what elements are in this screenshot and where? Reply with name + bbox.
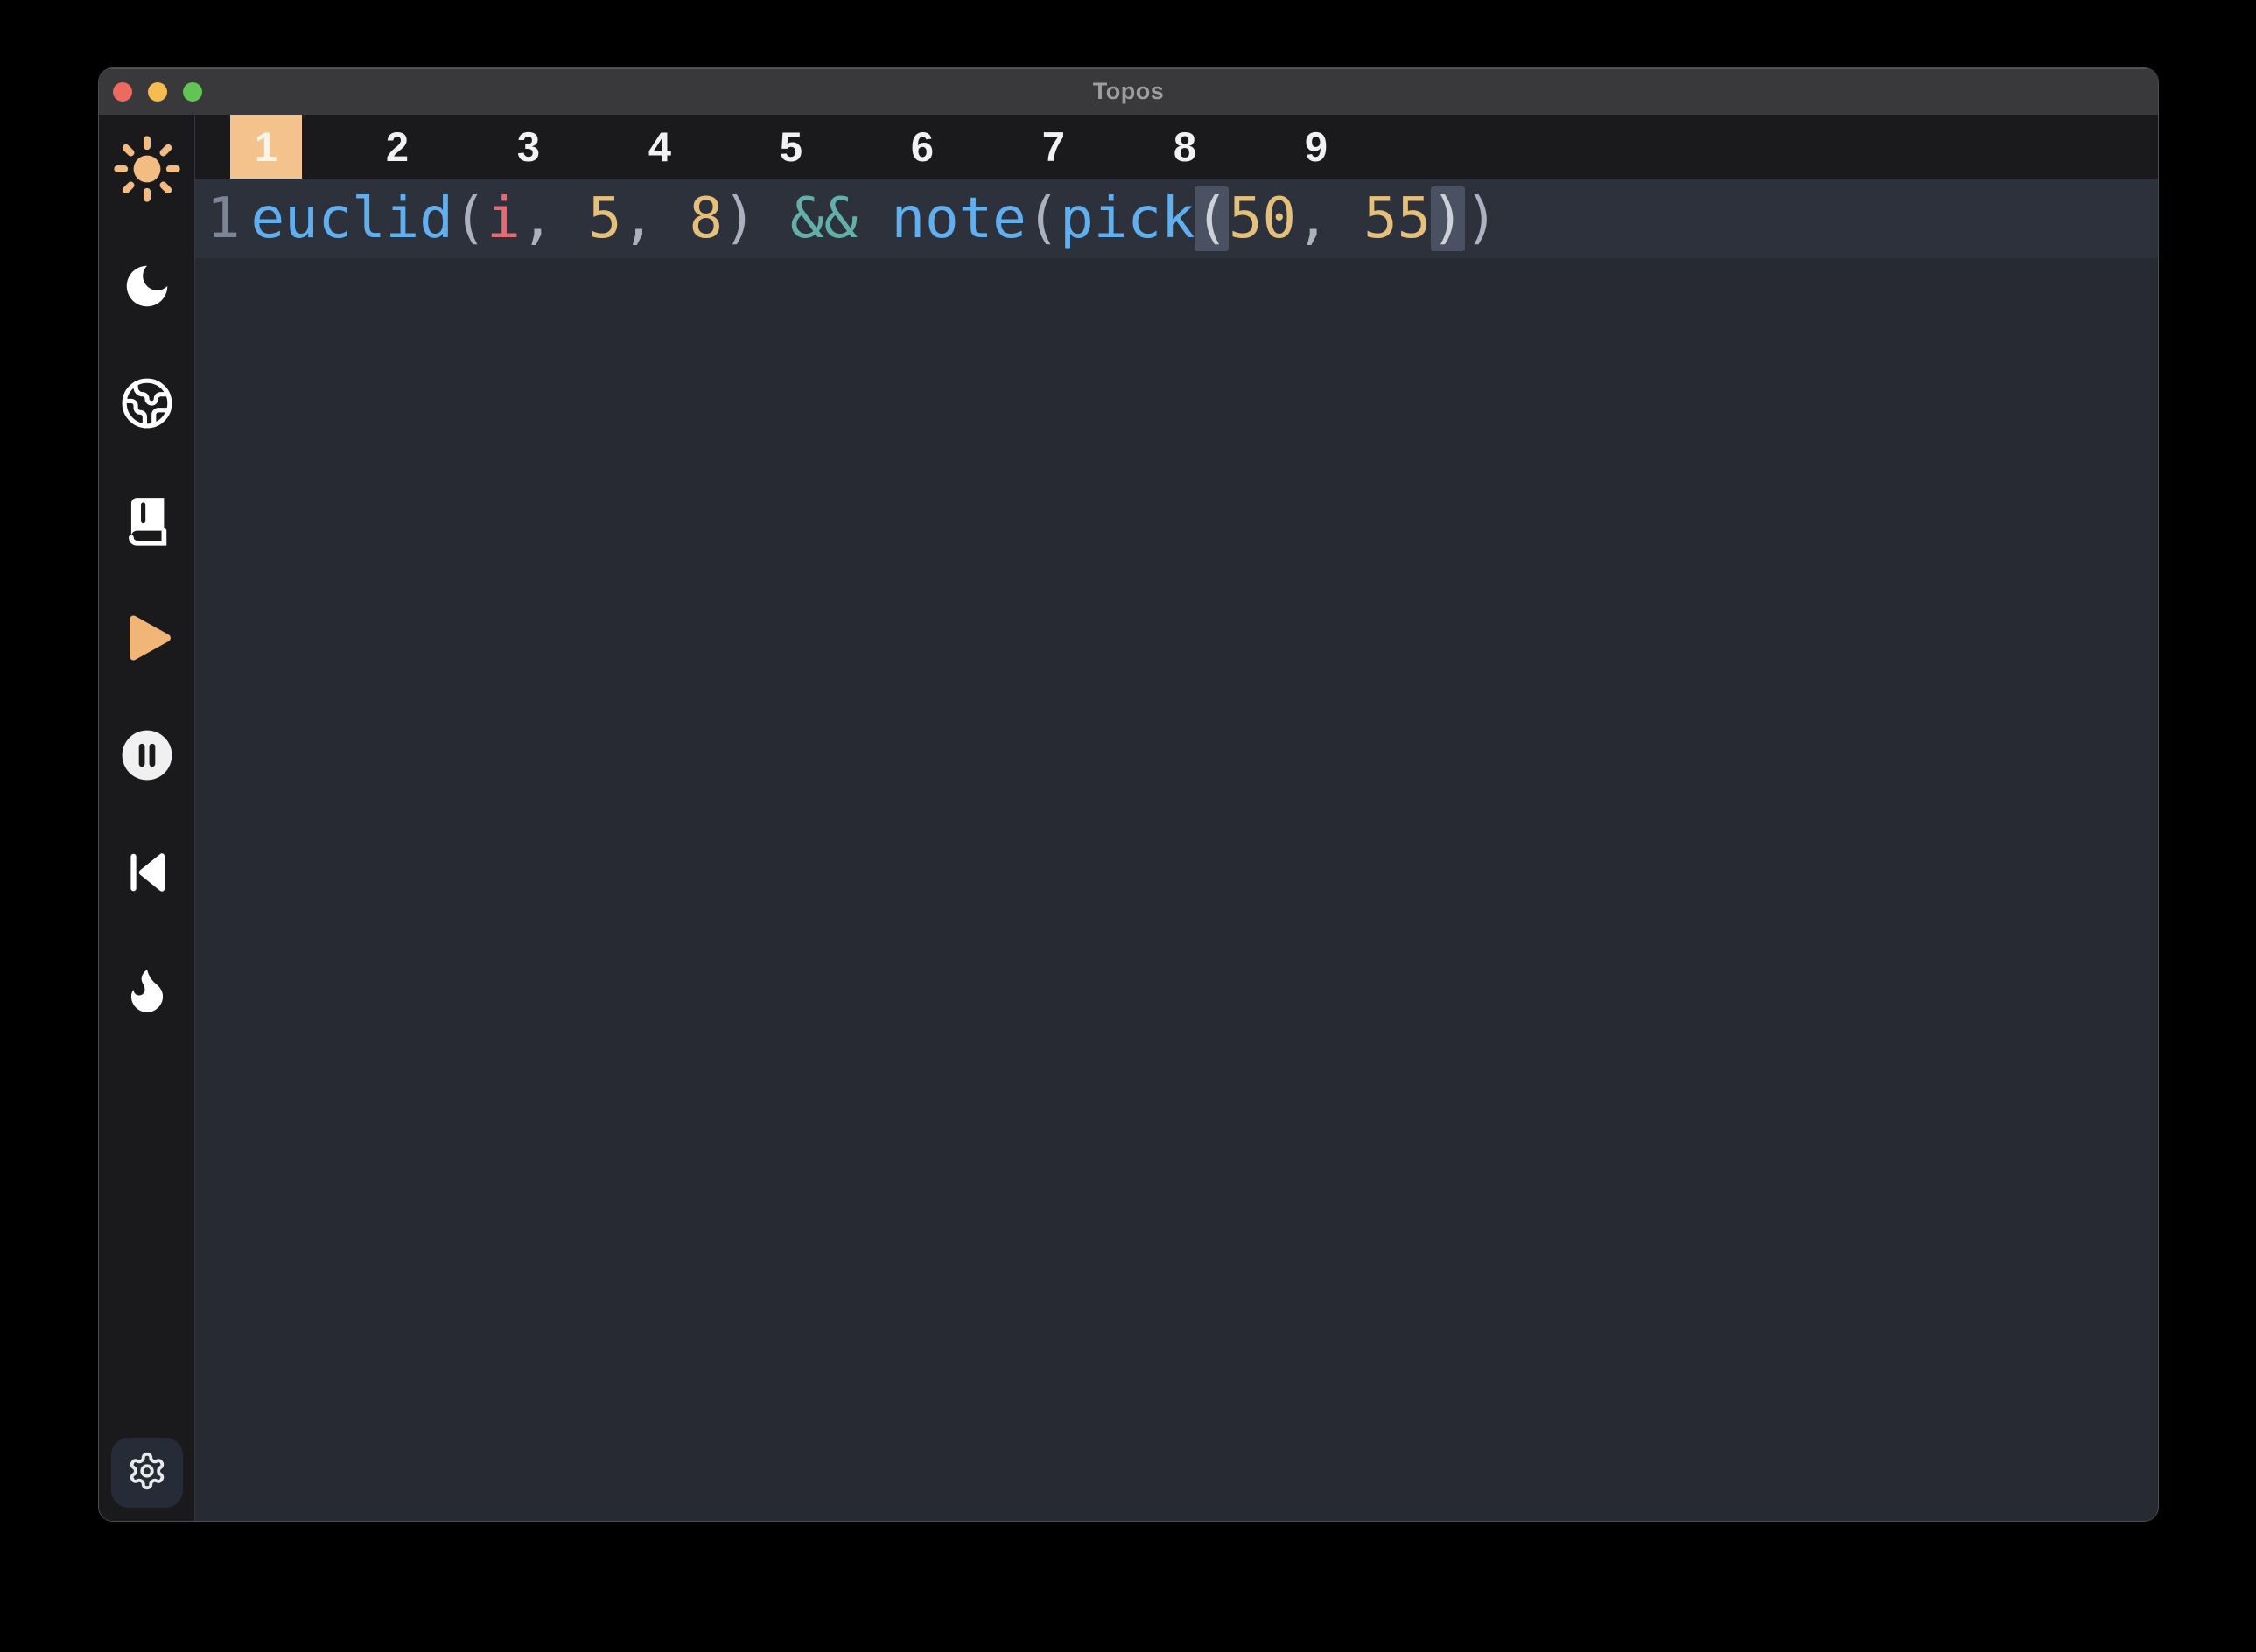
tab-7[interactable]: 7 <box>1018 115 1089 178</box>
code-token: ( <box>453 186 487 251</box>
code-token: , <box>1296 186 1363 251</box>
code-token: , <box>621 186 689 251</box>
code-token: 50 <box>1229 186 1296 251</box>
window-body: 123456789 1 euclid(i, 5, 8) && note(pick… <box>99 115 2158 1521</box>
code-token: i <box>487 186 521 251</box>
code-token <box>858 186 892 251</box>
play-icon-button[interactable] <box>108 610 186 666</box>
window-title: Topos <box>99 78 2158 105</box>
sun-icon-button[interactable] <box>108 141 186 197</box>
book-icon-button[interactable] <box>108 493 186 549</box>
code-token: , <box>521 186 588 251</box>
code-token: pick <box>1060 186 1195 251</box>
tab-2[interactable]: 2 <box>361 115 433 178</box>
desktop: Topos 123456789 1 euclid(i, 5, 8) && not… <box>0 0 2256 1652</box>
flame-icon <box>120 962 174 1017</box>
code-token: euclid <box>251 186 453 251</box>
main-area: 123456789 1 euclid(i, 5, 8) && note(pick… <box>195 115 2158 1521</box>
line-number: 1 <box>207 186 241 251</box>
code-token: ) <box>1465 186 1499 251</box>
code-token: 55 <box>1363 186 1431 251</box>
titlebar[interactable]: Topos <box>99 68 2158 115</box>
gear-icon <box>127 1451 167 1495</box>
sun-icon <box>110 132 184 206</box>
tab-6[interactable]: 6 <box>886 115 958 178</box>
skip-back-icon <box>122 847 172 898</box>
tab-5[interactable]: 5 <box>755 115 827 178</box>
pause-icon-button[interactable] <box>108 727 186 783</box>
code-editor[interactable]: 1 euclid(i, 5, 8) && note(pick(50, 55)) <box>195 178 2158 1521</box>
tab-8[interactable]: 8 <box>1149 115 1221 178</box>
moon-icon <box>120 259 174 313</box>
topos-window: Topos 123456789 1 euclid(i, 5, 8) && not… <box>99 68 2158 1521</box>
tab-1[interactable]: 1 <box>230 115 302 178</box>
code-token: 8 <box>689 186 723 251</box>
tab-bar: 123456789 <box>195 115 2158 178</box>
code-token: 5 <box>588 186 622 251</box>
code-token: note <box>892 186 1026 251</box>
skip-back-icon-button[interactable] <box>108 844 186 900</box>
code-token: ) <box>723 186 790 251</box>
tab-3[interactable]: 3 <box>493 115 564 178</box>
code-line-content: euclid(i, 5, 8) && note(pick(50, 55)) <box>251 186 1499 251</box>
tab-9[interactable]: 9 <box>1280 115 1352 178</box>
sidebar <box>99 115 195 1521</box>
play-icon <box>117 608 177 668</box>
code-token: ( <box>1195 186 1229 251</box>
settings-button[interactable] <box>111 1438 183 1508</box>
globe-icon <box>120 376 174 430</box>
code-token: ) <box>1431 186 1465 251</box>
moon-icon-button[interactable] <box>108 258 186 314</box>
code-token: ( <box>1026 186 1061 251</box>
pause-icon <box>120 728 174 782</box>
globe-icon-button[interactable] <box>108 375 186 431</box>
code-token: && <box>790 186 858 251</box>
book-icon <box>120 494 174 548</box>
active-code-line[interactable]: 1 euclid(i, 5, 8) && note(pick(50, 55)) <box>195 178 2158 258</box>
tab-4[interactable]: 4 <box>624 115 696 178</box>
flame-icon-button[interactable] <box>108 962 186 1018</box>
